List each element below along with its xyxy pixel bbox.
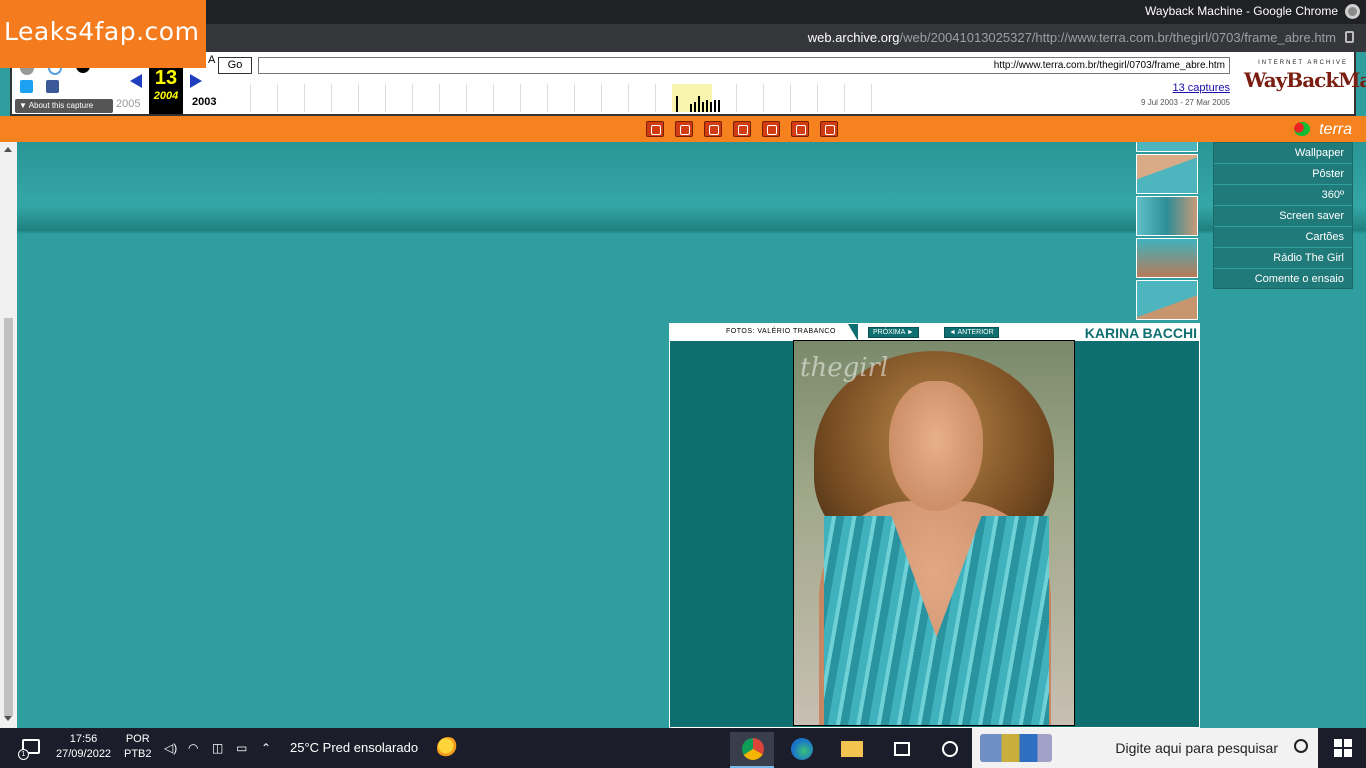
chrome-icon xyxy=(742,738,764,760)
url-text[interactable]: web.archive.org/web/20041013025327/http:… xyxy=(808,30,1336,45)
terra-news-icon[interactable] xyxy=(791,121,809,137)
windows-taskbar: Digite aqui para pesquisar 25°C Pred ens… xyxy=(0,728,1366,768)
timeline-tick[interactable] xyxy=(706,100,708,112)
explorer-button[interactable] xyxy=(829,732,873,768)
wifi-icon[interactable]: ◠ xyxy=(188,741,198,755)
language-indicator[interactable]: POR PTB2 xyxy=(124,732,152,762)
capture-timeline[interactable] xyxy=(224,84,894,112)
photo-credit: FOTOS: VALÉRIO TRABANCO xyxy=(726,328,836,335)
network-icon[interactable]: ◫ xyxy=(212,741,223,755)
thumbnail[interactable] xyxy=(1136,154,1198,194)
prev-capture-arrow-icon[interactable] xyxy=(130,74,142,88)
terra-logo-icon[interactable] xyxy=(1294,122,1310,136)
menu-item-radio[interactable]: Rádio The Girl xyxy=(1214,248,1352,269)
terra-shop-icon[interactable] xyxy=(675,121,693,137)
terra-search-icon[interactable] xyxy=(820,121,838,137)
scroll-down-icon[interactable] xyxy=(4,716,12,721)
month-label: A xyxy=(208,54,216,66)
search-icon xyxy=(1294,739,1308,753)
thumbnail[interactable] xyxy=(1136,238,1198,278)
terra-music-icon[interactable] xyxy=(762,121,780,137)
menu-item-comente[interactable]: Comente o ensaio xyxy=(1214,269,1352,290)
timeline-tick[interactable] xyxy=(694,102,696,112)
go-button[interactable]: Go xyxy=(218,57,252,74)
timeline-tick[interactable] xyxy=(698,96,700,112)
terra-home-icon[interactable] xyxy=(646,121,664,137)
thumbnail[interactable] xyxy=(1136,142,1198,152)
year-prev-link[interactable]: 2003 xyxy=(192,96,216,108)
terra-chat-icon[interactable] xyxy=(733,121,751,137)
terra-mail-icon[interactable] xyxy=(704,121,722,137)
scroll-up-icon[interactable] xyxy=(4,147,12,152)
current-year: 2004 xyxy=(153,90,179,102)
photo-face xyxy=(889,381,983,511)
terra-brand[interactable]: terra xyxy=(1319,121,1352,139)
wayback-logo[interactable]: INTERNET ARCHIVE WayBackMachine xyxy=(1244,60,1366,106)
menu-item-360[interactable]: 360º xyxy=(1214,185,1352,206)
thumbnail-strip xyxy=(1134,142,1200,322)
cortana-button[interactable] xyxy=(928,732,972,768)
wayback-toolbar: INTERNET ARCHIVE WayBackMachine http://w… xyxy=(10,52,1366,116)
task-view-button[interactable] xyxy=(880,732,924,768)
captures-link[interactable]: 13 captures xyxy=(1173,82,1230,94)
weather-icon[interactable] xyxy=(437,737,459,759)
search-highlight-icon xyxy=(980,734,1052,762)
main-photo[interactable]: thegirl xyxy=(793,340,1075,726)
window-title: Wayback Machine - Google Chrome xyxy=(1145,4,1338,18)
about-capture-button[interactable]: ▼ About this capture xyxy=(15,99,113,113)
battery-icon[interactable]: ▭ xyxy=(236,741,247,755)
cortana-icon xyxy=(942,741,958,757)
windows-start-icon[interactable] xyxy=(1334,739,1352,757)
notification-badge: 1 xyxy=(18,749,29,760)
edge-button[interactable] xyxy=(779,732,823,768)
menu-item-poster[interactable]: Pôster xyxy=(1214,164,1352,185)
search-placeholder: Digite aqui para pesquisar xyxy=(1115,740,1278,756)
clock-time: 17:56 xyxy=(69,733,98,745)
gallery-header: KARINA BACCHI ◄ ANTERIOR PRÓXIMA ► FOTOS… xyxy=(670,324,1199,341)
current-day: 13 xyxy=(154,67,178,89)
chrome-icon xyxy=(1345,4,1360,19)
next-capture-arrow-icon[interactable] xyxy=(190,74,202,88)
twitter-icon[interactable] xyxy=(20,80,33,93)
menu-item-cartoes[interactable]: Cartões xyxy=(1214,227,1352,248)
vertical-scrollbar[interactable] xyxy=(0,142,17,728)
menu-item-wallpaper[interactable]: Wallpaper xyxy=(1214,143,1352,164)
current-capture-box: 13 2004 xyxy=(149,66,183,114)
chrome-taskbar-button[interactable] xyxy=(730,732,774,768)
scrollbar-thumb[interactable] xyxy=(4,318,13,716)
volume-icon[interactable]: ◁) xyxy=(164,741,177,755)
wayback-url-input[interactable]: http://www.terra.com.br/thegirl/0703/fra… xyxy=(258,57,1230,74)
header-tab-decoration xyxy=(848,324,858,341)
side-menu: Wallpaper Pôster 360º Screen saver Cartõ… xyxy=(1213,142,1353,290)
capture-date-range: 9 Jul 2003 - 27 Mar 2005 xyxy=(1141,98,1230,107)
timeline-tick[interactable] xyxy=(718,100,720,112)
menu-item-screensaver[interactable]: Screen saver xyxy=(1214,206,1352,227)
task-view-icon xyxy=(894,742,910,756)
weather-text[interactable]: 25°C Pred ensolarado xyxy=(290,740,418,755)
timeline-tick[interactable] xyxy=(690,104,692,112)
next-photo-button[interactable]: PRÓXIMA ► xyxy=(868,327,919,338)
timeline-tick[interactable] xyxy=(710,102,712,112)
thumbnail[interactable] xyxy=(1136,280,1198,320)
edge-icon xyxy=(791,738,813,760)
timeline-tick[interactable] xyxy=(702,102,704,112)
folder-icon xyxy=(841,741,863,757)
site-watermark: Leaks4fap.com xyxy=(0,0,206,68)
clock-date: 27/09/2022 xyxy=(56,748,112,760)
model-name: KARINA BACCHI xyxy=(1084,325,1197,341)
prev-photo-button[interactable]: ◄ ANTERIOR xyxy=(944,327,999,338)
thumbnail[interactable] xyxy=(1136,196,1198,236)
system-clock[interactable]: 17:56 27/09/2022 xyxy=(56,732,111,762)
year-next-link[interactable]: 2005 xyxy=(116,98,140,110)
timeline-tick[interactable] xyxy=(676,96,678,112)
taskbar-search-box[interactable]: Digite aqui para pesquisar xyxy=(972,728,1318,768)
facebook-icon[interactable] xyxy=(46,80,59,93)
photo-watermark: thegirl xyxy=(800,353,889,383)
terra-toolbar: terra xyxy=(0,116,1366,142)
tray-chevron-icon[interactable]: ⌃ xyxy=(261,741,271,755)
lock-icon[interactable] xyxy=(1345,31,1354,43)
page-viewport: Wallpaper Pôster 360º Screen saver Cartõ… xyxy=(0,142,1366,728)
timeline-tick[interactable] xyxy=(714,100,716,112)
